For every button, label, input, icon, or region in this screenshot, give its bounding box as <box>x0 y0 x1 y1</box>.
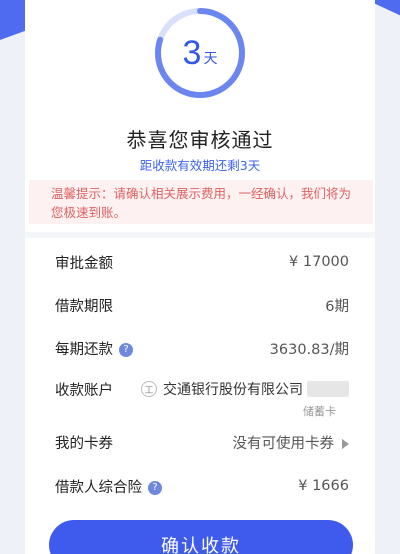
coupon-label: 我的卡券 <box>55 435 113 452</box>
chevron-right-icon <box>342 438 349 449</box>
masked-card-number <box>307 381 349 397</box>
repayment-label: 每期还款 <box>55 341 113 358</box>
card-type: 储蓄卡 <box>303 405 336 418</box>
row-approved-amount: 审批金额 ¥ 17000 <box>25 242 375 282</box>
loan-term-label: 借款期限 <box>55 298 113 315</box>
repayment-label-wrap: 每期还款? <box>55 338 133 359</box>
bank-icon: 工 <box>141 381 157 397</box>
insurance-label-wrap: 借款人综合险? <box>55 476 162 497</box>
approval-card: 3 天 恭喜您审核通过 距收款有效期还剩3天 温馨提示：请确认相关展示费用，一经… <box>25 0 375 554</box>
insurance-value: ¥ 1666 <box>298 478 349 494</box>
bank-info: 工 交通银行股份有限公司 <box>141 379 349 399</box>
row-loan-term: 借款期限 6期 <box>25 285 375 325</box>
countdown-unit: 天 <box>203 51 218 67</box>
page-title: 恭喜您审核通过 <box>126 128 274 152</box>
row-repayment: 每期还款? 3630.83/期 <box>25 328 375 368</box>
countdown-ring: 3 天 <box>153 6 247 100</box>
section-divider <box>25 232 375 238</box>
insurance-label: 借款人综合险 <box>55 479 142 496</box>
loan-term-value: 6期 <box>325 298 349 315</box>
expiry-subtitle: 距收款有效期还剩3天 <box>139 158 261 173</box>
notice-banner: 温馨提示：请确认相关展示费用，一经确认，我们将为您极速到账。 <box>29 180 373 224</box>
receiving-account-label: 收款账户 <box>55 382 113 399</box>
confirm-receipt-button[interactable]: 确认收款 <box>49 520 353 554</box>
countdown-text: 3 天 <box>153 6 247 100</box>
row-coupon[interactable]: 我的卡券 没有可使用卡券 <box>25 422 375 462</box>
help-icon[interactable]: ? <box>119 342 133 357</box>
countdown-number: 3 <box>182 33 202 72</box>
approved-amount-label: 审批金额 <box>55 255 113 272</box>
repayment-value: 3630.83/期 <box>269 341 349 358</box>
approved-amount-value: ¥ 17000 <box>289 254 349 270</box>
bank-name: 交通银行股份有限公司 <box>163 382 303 398</box>
help-icon[interactable]: ? <box>148 480 162 495</box>
notice-label: 温馨提示： <box>51 186 114 201</box>
coupon-value: 没有可使用卡券 <box>232 435 335 452</box>
coupon-value-wrap: 没有可使用卡券 <box>232 432 349 453</box>
row-insurance: 借款人综合险? ¥ 1666 <box>25 466 375 506</box>
